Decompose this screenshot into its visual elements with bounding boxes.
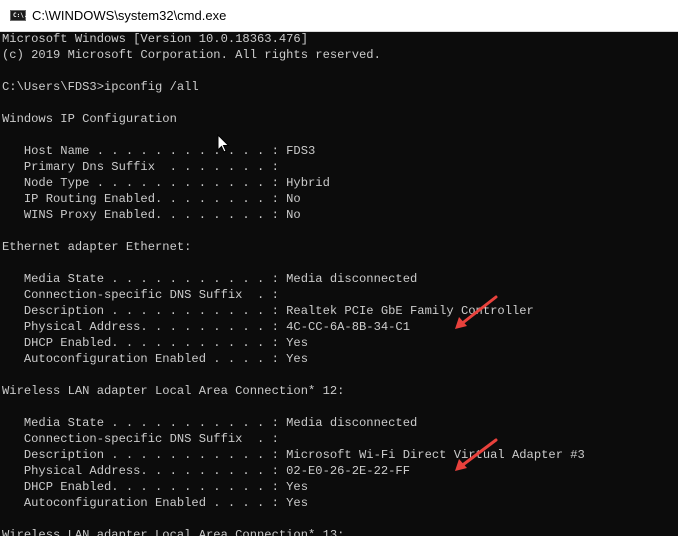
console-line: IP Routing Enabled. . . . . . . . : No (2, 192, 301, 206)
console-line: Connection-specific DNS Suffix . : (2, 288, 279, 302)
console-line: Wireless LAN adapter Local Area Connecti… (2, 384, 345, 398)
cmd-icon-glyph: C:\. (13, 12, 28, 19)
console-line: (c) 2019 Microsoft Corporation. All righ… (2, 48, 381, 62)
console-output[interactable]: Microsoft Windows [Version 10.0.18363.47… (2, 31, 678, 536)
console-line: Connection-specific DNS Suffix . : (2, 432, 279, 446)
console-line: Physical Address. . . . . . . . . : 02-E… (2, 464, 410, 478)
cmd-icon: C:\. (10, 10, 28, 21)
console-line: Node Type . . . . . . . . . . . . : Hybr… (2, 176, 330, 190)
console-line: Autoconfiguration Enabled . . . . : Yes (2, 352, 308, 366)
console-line: Primary Dns Suffix . . . . . . . : (2, 160, 279, 174)
console-line: DHCP Enabled. . . . . . . . . . . : Yes (2, 336, 308, 350)
console-line: Physical Address. . . . . . . . . : 4C-C… (2, 320, 410, 334)
console-line: Windows IP Configuration (2, 112, 177, 126)
console-line: Description . . . . . . . . . . . : Real… (2, 304, 534, 318)
console-line: Media State . . . . . . . . . . . : Medi… (2, 416, 418, 430)
console-line: Description . . . . . . . . . . . : Micr… (2, 448, 585, 462)
title-bar[interactable]: C:\. C:\WINDOWS\system32\cmd.exe (0, 0, 678, 32)
cmd-window: C:\. C:\WINDOWS\system32\cmd.exe Microso… (0, 0, 678, 536)
console-line: Ethernet adapter Ethernet: (2, 240, 192, 254)
console-line: C:\Users\FDS3>ipconfig /all (2, 80, 199, 94)
console-line: WINS Proxy Enabled. . . . . . . . : No (2, 208, 301, 222)
console-line: Microsoft Windows [Version 10.0.18363.47… (2, 32, 308, 46)
mouse-cursor-icon (217, 134, 230, 153)
console-line: Host Name . . . . . . . . . . . . : FDS3 (2, 144, 316, 158)
console-line: DHCP Enabled. . . . . . . . . . . : Yes (2, 480, 308, 494)
console-line: Autoconfiguration Enabled . . . . : Yes (2, 496, 308, 510)
console-line: Media State . . . . . . . . . . . : Medi… (2, 272, 418, 286)
window-title: C:\WINDOWS\system32\cmd.exe (32, 8, 227, 23)
console-line: Wireless LAN adapter Local Area Connecti… (2, 528, 345, 536)
